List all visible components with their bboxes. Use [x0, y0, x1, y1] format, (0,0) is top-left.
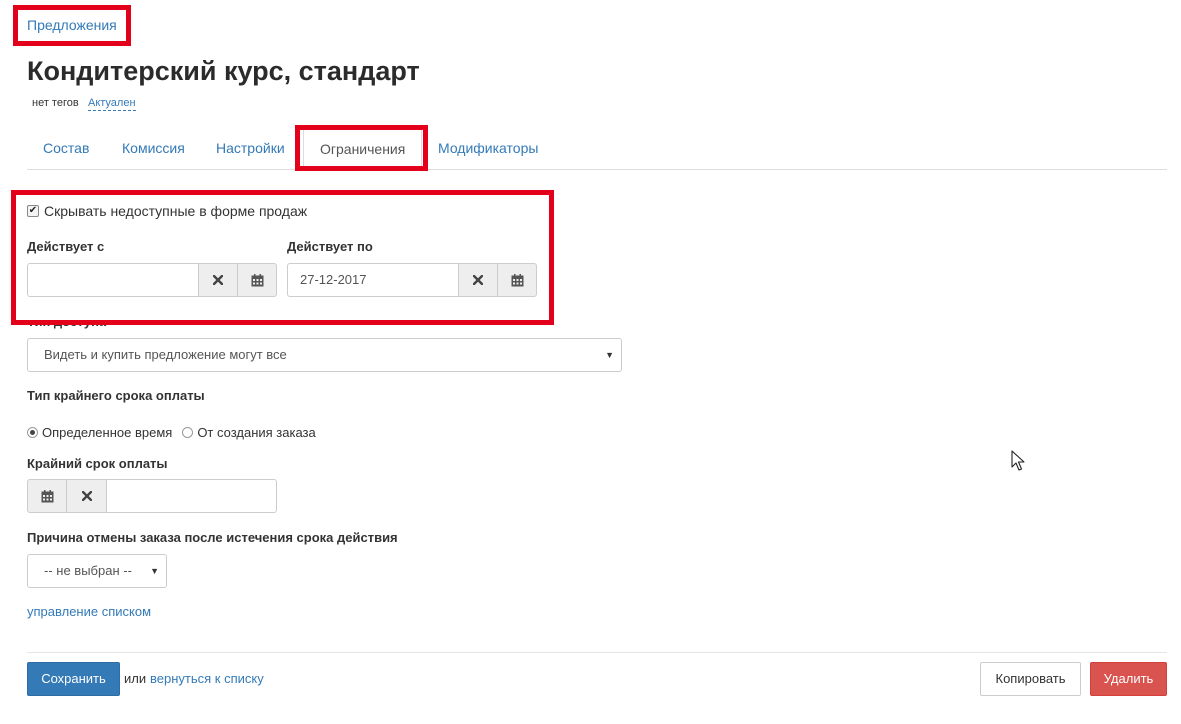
or-text: или: [124, 671, 147, 686]
tab-modifiers[interactable]: Модификаторы: [422, 126, 554, 170]
status-link[interactable]: Актуален: [88, 97, 136, 111]
valid-from-clear-button[interactable]: [198, 263, 238, 297]
payment-deadline-clear-button[interactable]: [66, 479, 107, 513]
save-button[interactable]: Сохранить: [27, 662, 120, 696]
deadline-type-label: Тип крайнего срока оплаты: [27, 388, 205, 403]
access-type-value: Видеть и купить предложение могут все: [44, 347, 287, 362]
tab-composition[interactable]: Состав: [27, 126, 105, 170]
back-to-list-link[interactable]: вернуться к списку: [150, 671, 264, 686]
payment-deadline-calendar-button[interactable]: [27, 479, 67, 513]
close-icon: [473, 275, 483, 285]
payment-deadline-input[interactable]: [106, 479, 277, 513]
deadline-type-radio-group: Определенное время От создания заказа: [27, 425, 316, 440]
chevron-down-icon: ▼: [150, 566, 159, 576]
valid-from-input[interactable]: [27, 263, 199, 297]
calendar-icon: [251, 273, 263, 286]
access-type-select[interactable]: Видеть и купить предложение могут все ▼: [27, 338, 622, 372]
cancel-reason-select[interactable]: -- не выбран -- ▼: [27, 554, 167, 588]
deadline-type-option-from-order[interactable]: От создания заказа: [182, 425, 316, 440]
radio-from-order[interactable]: [182, 427, 194, 438]
hide-unavailable-checkbox[interactable]: ✔: [27, 205, 39, 217]
valid-to-input[interactable]: 27-12-2017: [287, 263, 459, 297]
tabs-bar: Состав Комиссия Настройки Ограничения Мо…: [27, 126, 1167, 171]
hide-unavailable-checkbox-row[interactable]: ✔ Скрывать недоступные в форме продаж: [27, 203, 307, 219]
valid-to-clear-button[interactable]: [458, 263, 498, 297]
close-icon: [213, 275, 223, 285]
manage-list-link[interactable]: управление списком: [27, 604, 151, 619]
payment-deadline-label: Крайний срок оплаты: [27, 456, 168, 471]
tab-commission[interactable]: Комиссия: [106, 126, 201, 170]
radio-fixed-time-label: Определенное время: [42, 425, 173, 440]
radio-fixed-time[interactable]: [27, 427, 38, 438]
cancel-reason-label: Причина отмены заказа после истечения ср…: [27, 530, 398, 545]
cancel-reason-value: -- не выбран --: [44, 563, 132, 578]
mouse-cursor-icon: [1011, 450, 1025, 471]
breadcrumb-link-offers[interactable]: Предложения: [27, 17, 117, 33]
valid-from-calendar-button[interactable]: [237, 263, 277, 297]
calendar-icon: [511, 273, 523, 286]
tab-settings[interactable]: Настройки: [200, 126, 301, 170]
tags-text: нет тегов: [32, 97, 79, 109]
valid-from-label: Действует с: [27, 239, 105, 254]
valid-to-label: Действует по: [287, 239, 373, 254]
valid-to-calendar-button[interactable]: [497, 263, 537, 297]
hide-unavailable-label: Скрывать недоступные в форме продаж: [44, 203, 308, 219]
delete-button[interactable]: Удалить: [1090, 662, 1167, 696]
access-type-label: Тип доступа: [27, 314, 107, 329]
calendar-icon: [41, 489, 53, 502]
tab-restrictions[interactable]: Ограничения: [303, 126, 423, 171]
chevron-down-icon: ▼: [605, 350, 614, 360]
radio-from-order-label: От создания заказа: [197, 425, 316, 440]
page-title: Кондитерский курс, стандарт: [27, 56, 420, 86]
footer-divider: [27, 652, 1167, 653]
close-icon: [81, 491, 92, 501]
deadline-type-option-fixed[interactable]: Определенное время: [27, 425, 172, 440]
copy-button[interactable]: Копировать: [980, 662, 1081, 696]
